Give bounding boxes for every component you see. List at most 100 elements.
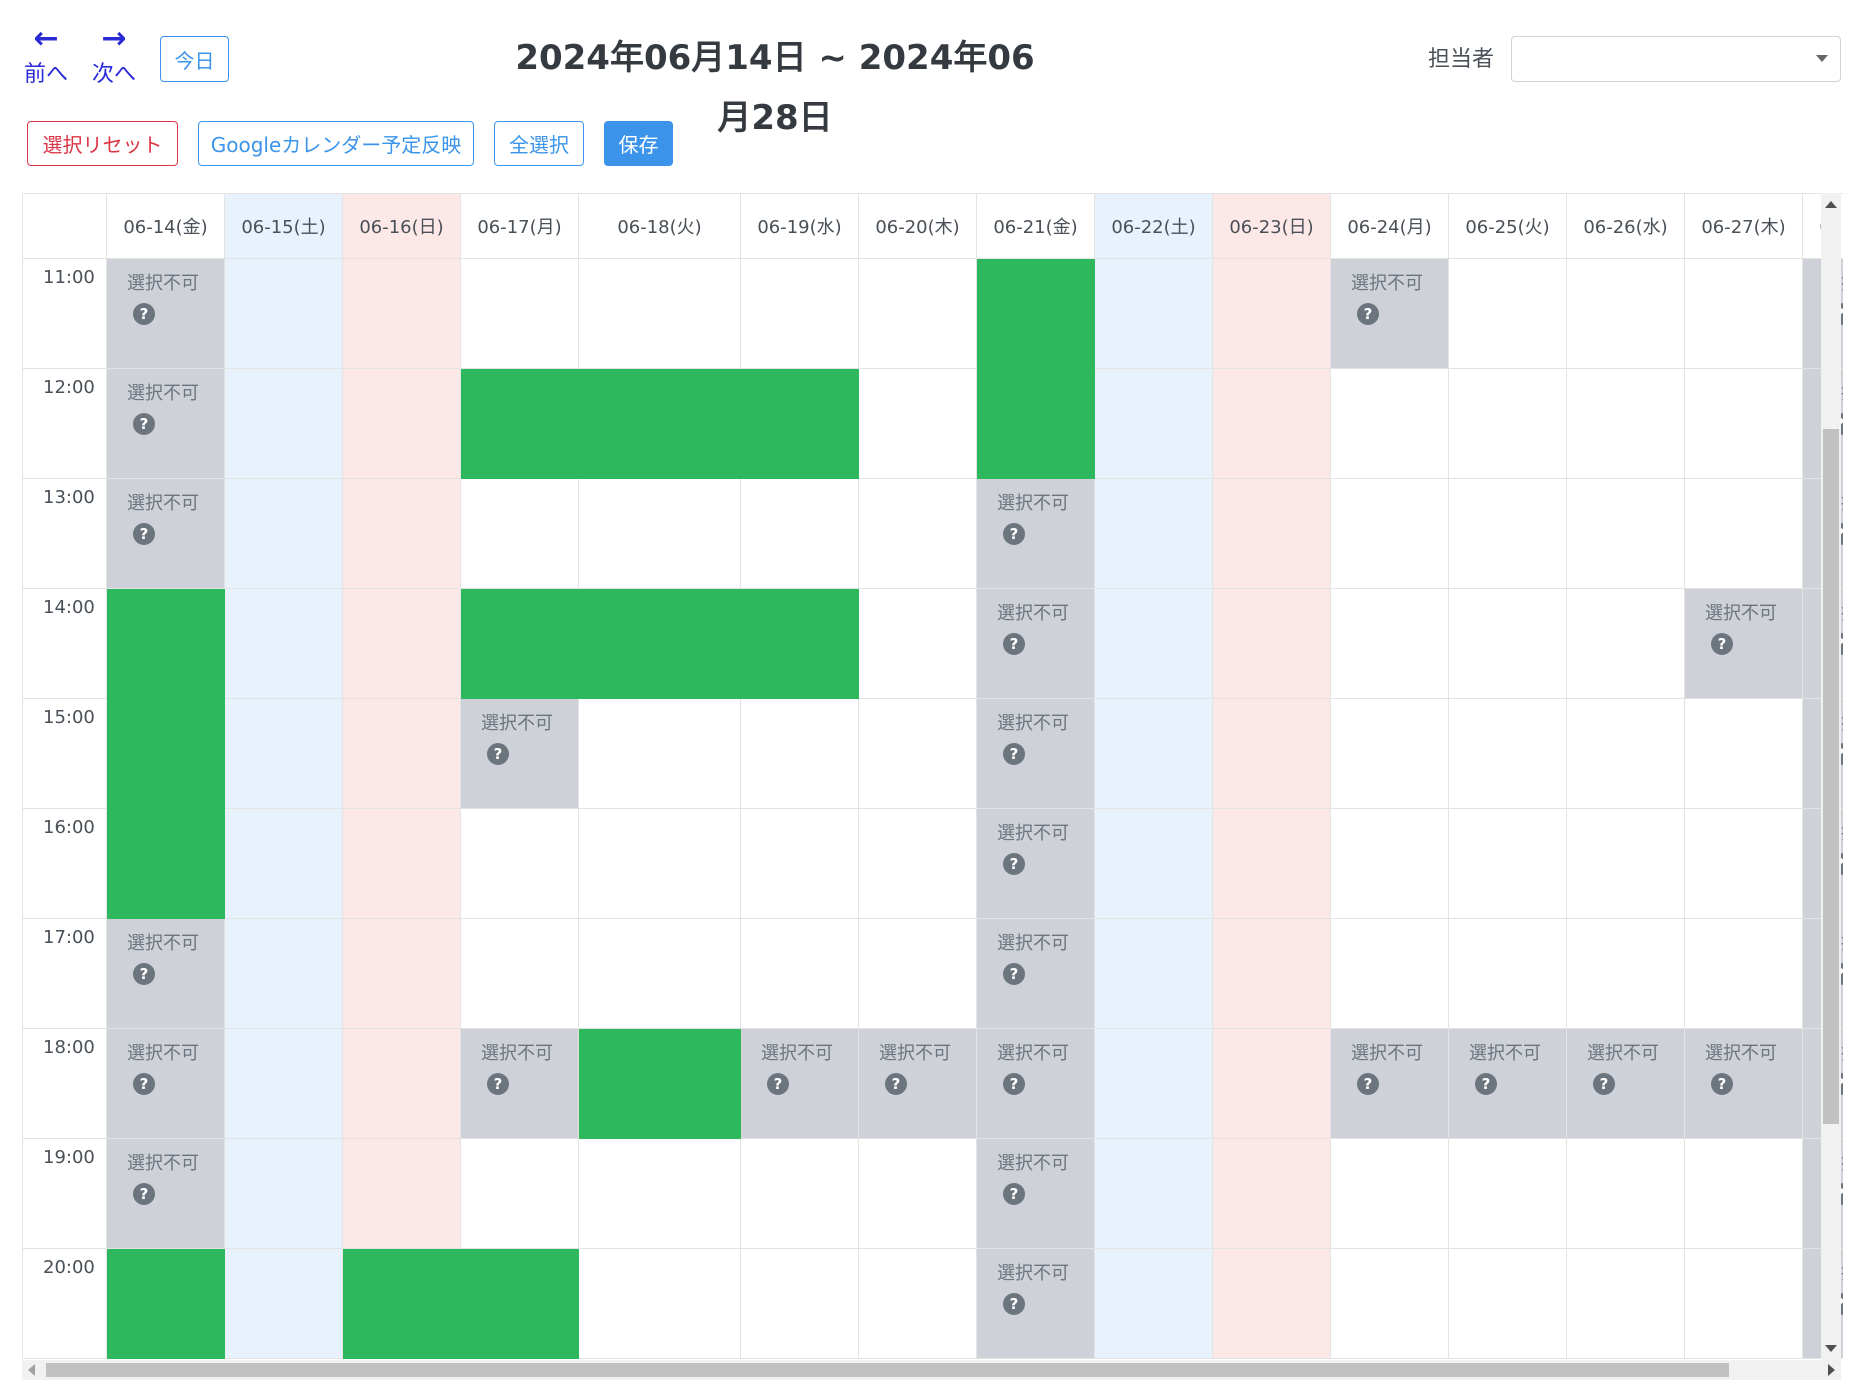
question-icon[interactable]: ? (133, 963, 155, 985)
slot-empty[interactable] (1449, 369, 1567, 479)
slot-empty[interactable] (741, 919, 859, 1029)
slot-empty[interactable] (741, 699, 859, 809)
slot-empty[interactable] (1449, 479, 1567, 589)
question-icon[interactable]: ? (1003, 1183, 1025, 1205)
slot-empty[interactable] (1567, 919, 1685, 1029)
vertical-scrollbar[interactable] (1821, 193, 1841, 1360)
question-icon[interactable]: ? (133, 303, 155, 325)
slot-selected[interactable] (579, 369, 741, 479)
slot-empty[interactable] (1567, 809, 1685, 919)
slot-empty[interactable] (1567, 1139, 1685, 1249)
slot-empty[interactable] (1567, 699, 1685, 809)
slot-empty[interactable] (859, 479, 977, 589)
slot-empty[interactable] (1449, 809, 1567, 919)
slot-empty[interactable] (1449, 589, 1567, 699)
slot-empty[interactable] (461, 919, 579, 1029)
slot-empty[interactable] (741, 259, 859, 369)
slot-empty[interactable] (741, 1249, 859, 1359)
question-icon[interactable]: ? (1357, 1073, 1379, 1095)
horizontal-scrollbar[interactable] (22, 1360, 1841, 1380)
question-icon[interactable]: ? (133, 1073, 155, 1095)
question-icon[interactable]: ? (1003, 523, 1025, 545)
question-icon[interactable]: ? (1003, 1293, 1025, 1315)
slot-empty[interactable] (579, 259, 741, 369)
slot-empty[interactable] (859, 1139, 977, 1249)
prev-button[interactable]: ← 前へ (24, 24, 68, 90)
question-icon[interactable]: ? (1003, 853, 1025, 875)
question-icon[interactable]: ? (1475, 1073, 1497, 1095)
slot-selected[interactable] (343, 1249, 461, 1359)
slot-selected[interactable] (461, 1249, 579, 1359)
slot-selected[interactable] (107, 589, 225, 699)
slot-empty[interactable] (741, 809, 859, 919)
scroll-left-icon[interactable] (28, 1364, 35, 1376)
slot-selected[interactable] (977, 369, 1095, 479)
scroll-down-icon[interactable] (1825, 1345, 1837, 1352)
slot-empty[interactable] (1331, 479, 1449, 589)
slot-empty[interactable] (1685, 919, 1803, 1029)
slot-empty[interactable] (461, 809, 579, 919)
slot-selected[interactable] (461, 589, 579, 699)
slot-selected[interactable] (741, 369, 859, 479)
question-icon[interactable]: ? (133, 1183, 155, 1205)
slot-empty[interactable] (1685, 479, 1803, 589)
slot-empty[interactable] (1331, 369, 1449, 479)
question-icon[interactable]: ? (1357, 303, 1379, 325)
question-icon[interactable]: ? (1711, 1073, 1733, 1095)
slot-empty[interactable] (1567, 479, 1685, 589)
slot-empty[interactable] (1567, 369, 1685, 479)
slot-empty[interactable] (579, 699, 741, 809)
today-button[interactable]: 今日 (160, 36, 229, 82)
slot-empty[interactable] (1331, 809, 1449, 919)
slot-selected[interactable] (107, 1249, 225, 1359)
question-icon[interactable]: ? (767, 1073, 789, 1095)
slot-selected[interactable] (579, 589, 741, 699)
google-calendar-sync-button[interactable]: Googleカレンダー予定反映 (198, 121, 474, 166)
slot-empty[interactable] (859, 589, 977, 699)
slot-selected[interactable] (107, 699, 225, 809)
question-icon[interactable]: ? (1003, 633, 1025, 655)
slot-empty[interactable] (1567, 589, 1685, 699)
slot-empty[interactable] (579, 1139, 741, 1249)
horizontal-scroll-thumb[interactable] (46, 1363, 1729, 1377)
slot-empty[interactable] (579, 479, 741, 589)
slot-empty[interactable] (1685, 1249, 1803, 1359)
slot-empty[interactable] (1685, 809, 1803, 919)
assignee-select[interactable] (1511, 36, 1841, 82)
slot-empty[interactable] (1449, 699, 1567, 809)
select-all-button[interactable]: 全選択 (494, 121, 584, 166)
slot-empty[interactable] (1685, 259, 1803, 369)
slot-empty[interactable] (859, 1249, 977, 1359)
slot-empty[interactable] (461, 1139, 579, 1249)
scroll-up-icon[interactable] (1825, 201, 1837, 208)
slot-empty[interactable] (1685, 369, 1803, 479)
slot-empty[interactable] (1331, 919, 1449, 1029)
question-icon[interactable]: ? (1003, 1073, 1025, 1095)
question-icon[interactable]: ? (1003, 743, 1025, 765)
slot-empty[interactable] (579, 919, 741, 1029)
slot-empty[interactable] (741, 479, 859, 589)
slot-empty[interactable] (859, 809, 977, 919)
slot-empty[interactable] (461, 259, 579, 369)
slot-empty[interactable] (1331, 1249, 1449, 1359)
save-button[interactable]: 保存 (604, 121, 673, 166)
scroll-right-icon[interactable] (1828, 1364, 1835, 1376)
question-icon[interactable]: ? (1003, 963, 1025, 985)
question-icon[interactable]: ? (1593, 1073, 1615, 1095)
question-icon[interactable]: ? (885, 1073, 907, 1095)
slot-empty[interactable] (1449, 1249, 1567, 1359)
slot-empty[interactable] (859, 699, 977, 809)
slot-empty[interactable] (741, 1139, 859, 1249)
slot-empty[interactable] (1449, 1139, 1567, 1249)
slot-empty[interactable] (1331, 1139, 1449, 1249)
slot-empty[interactable] (859, 919, 977, 1029)
question-icon[interactable]: ? (133, 523, 155, 545)
slot-empty[interactable] (1567, 259, 1685, 369)
vertical-scroll-thumb[interactable] (1823, 429, 1839, 1124)
slot-selected[interactable] (977, 259, 1095, 369)
slot-empty[interactable] (1331, 589, 1449, 699)
question-icon[interactable]: ? (133, 413, 155, 435)
slot-empty[interactable] (1449, 259, 1567, 369)
slot-empty[interactable] (1449, 919, 1567, 1029)
slot-empty[interactable] (1567, 1249, 1685, 1359)
